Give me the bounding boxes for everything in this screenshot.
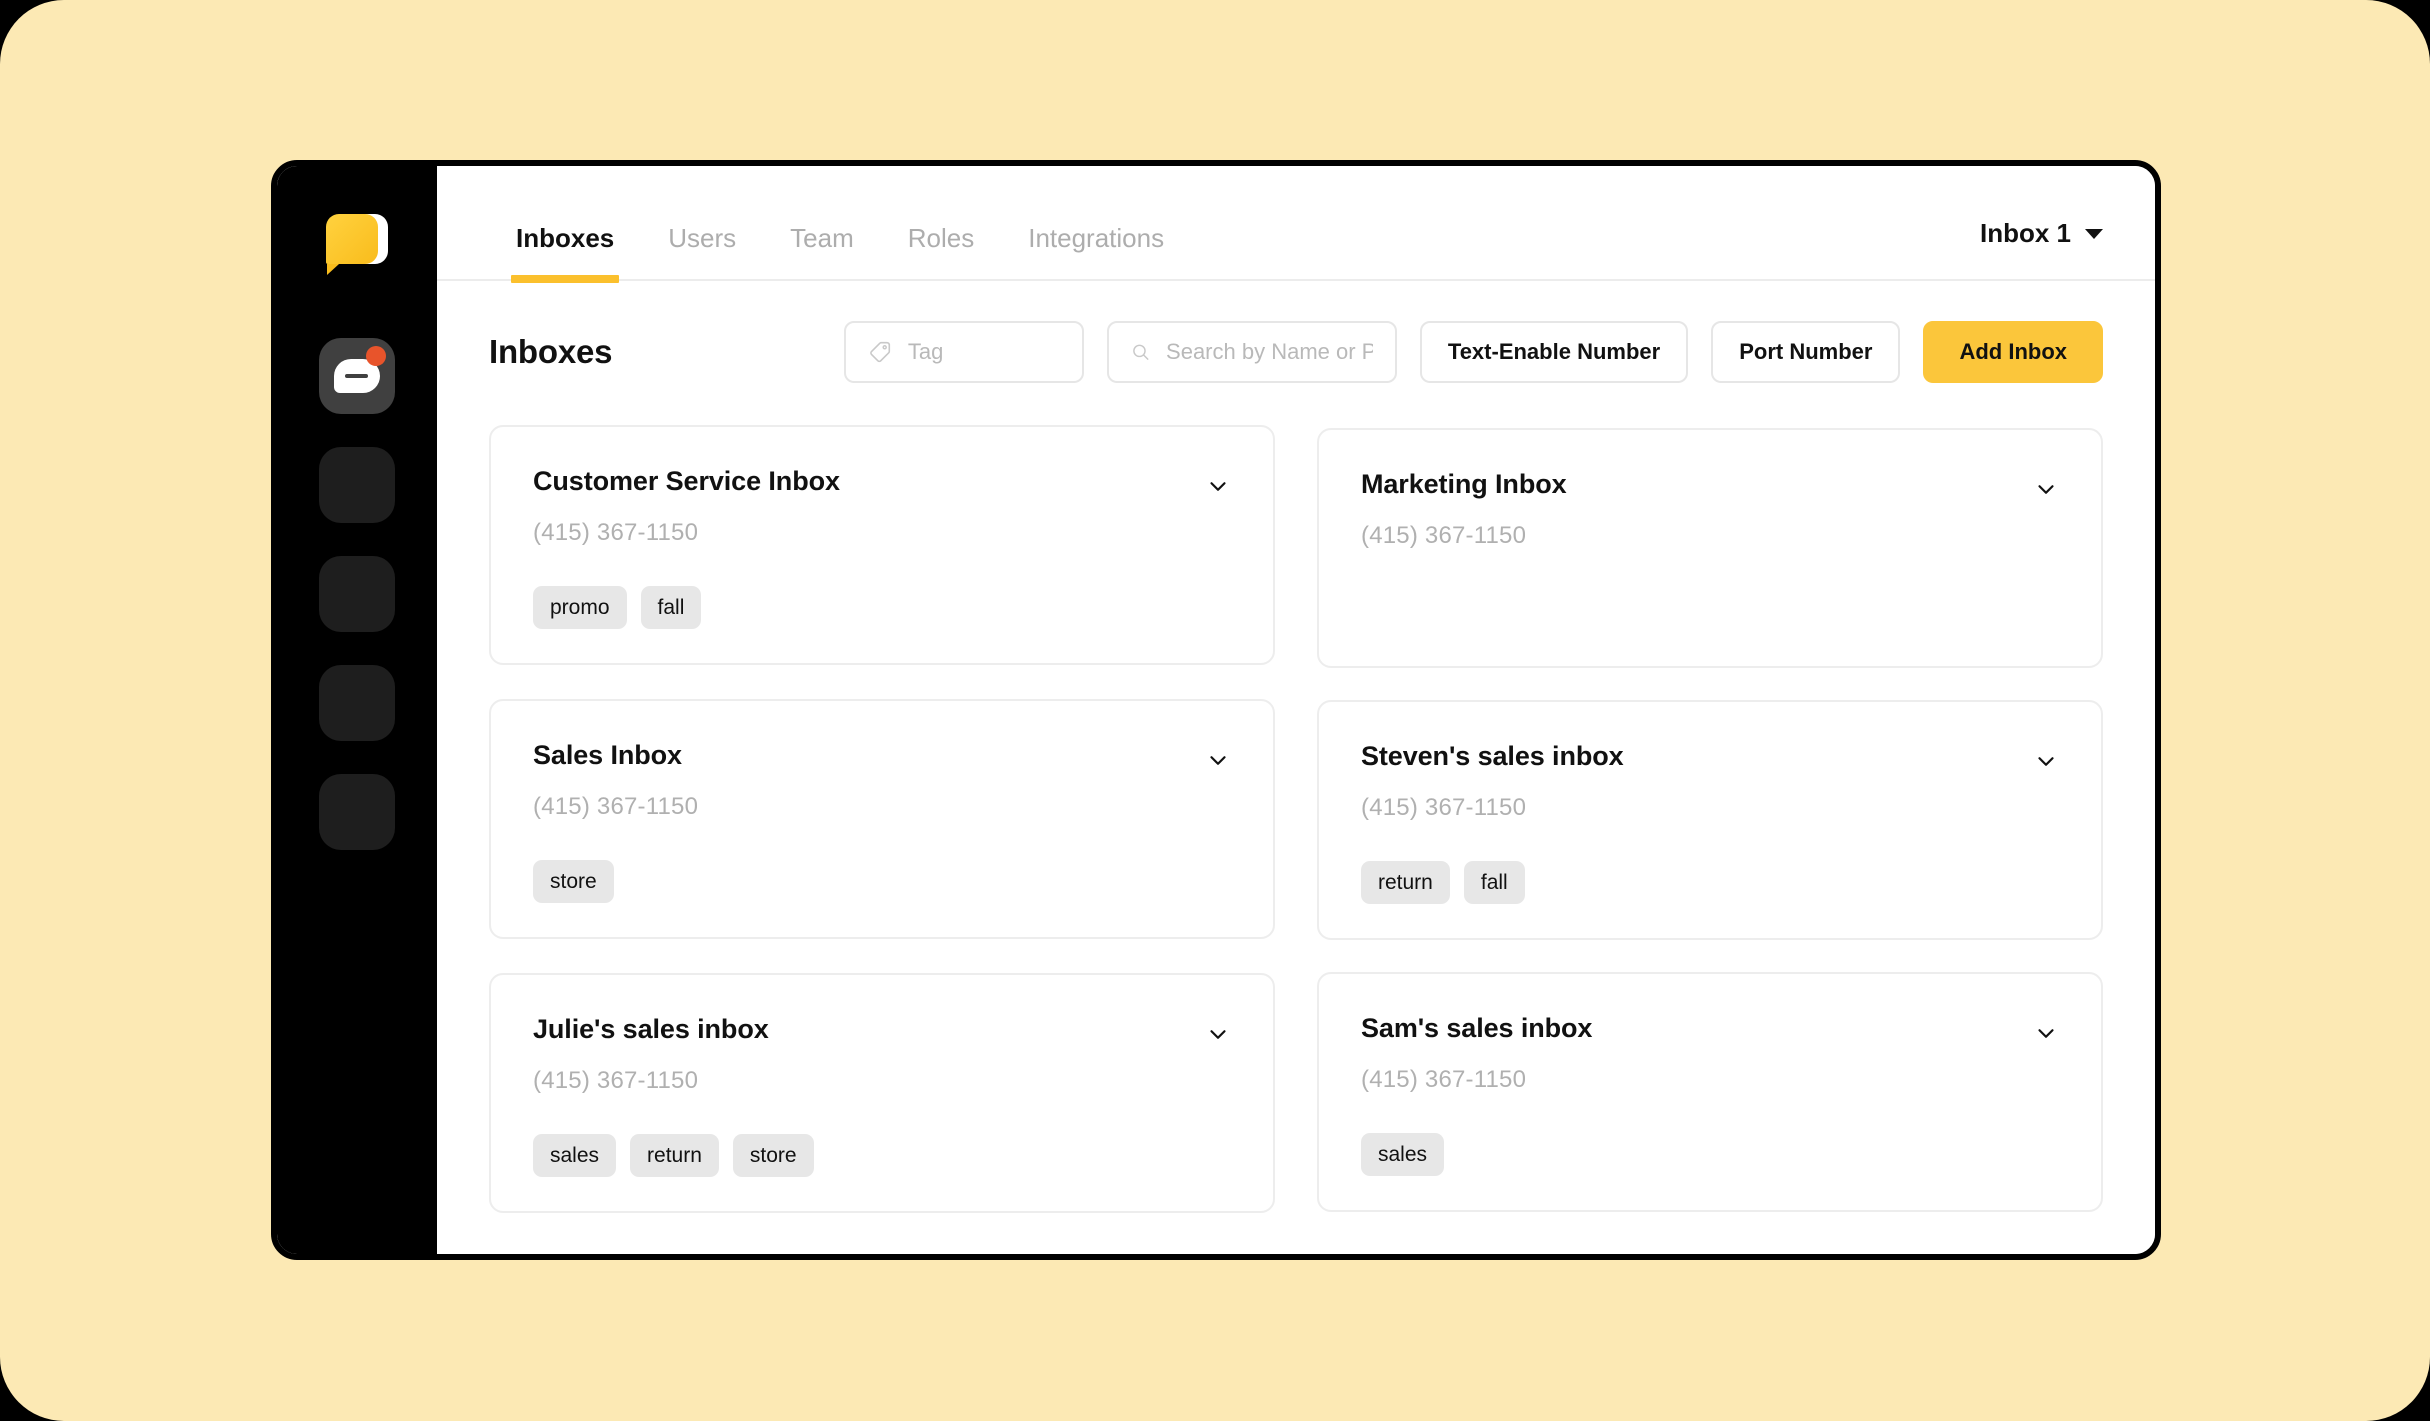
inbox-card-title: Marketing Inbox [1361,469,1567,499]
inbox-column-left: Customer Service Inbox (415) 367-1150 pr… [489,425,1275,1247]
inbox-card[interactable]: Marketing Inbox (415) 367-1150 [1317,428,2103,668]
chevron-down-icon[interactable] [2033,476,2059,502]
page-toolbar: Inboxes Tag Search by Name or Text-Enabl… [437,281,2155,383]
tag-chip[interactable]: sales [533,1134,617,1177]
chevron-down-icon[interactable] [1205,473,1231,499]
sidebar-item-messages[interactable] [319,338,395,414]
caret-down-icon [2085,228,2103,239]
page-title: Inboxes [489,333,613,370]
inbox-card-title: Julie's sales inbox [533,1014,769,1044]
inbox-card-phone: (415) 367-1150 [1361,794,1527,821]
inbox-card-header: Steven's sales inbox [1361,741,2059,774]
tag-chip[interactable]: fall [640,586,702,629]
inbox-card-title: Customer Service Inbox [533,466,840,496]
toolbar-actions: Tag Search by Name or Phone Text-Enable … [843,321,2103,383]
inbox-card-title: Sam's sales inbox [1361,1013,1593,1043]
port-number-button[interactable]: Port Number [1711,321,1901,383]
inbox-card-header: Customer Service Inbox [533,466,1231,499]
inbox-card-header: Marketing Inbox [1361,469,2059,502]
chevron-down-icon[interactable] [1205,1021,1231,1047]
app-window: Inboxes Users Team Roles Integrations In… [271,160,2161,1260]
inbox-card-tags [1361,598,2059,632]
chevron-down-icon[interactable] [2033,1020,2059,1046]
inbox-card[interactable]: Steven's sales inbox (415) 367-1150 retu… [1317,700,2103,940]
sidebar-item-placeholder-1[interactable] [319,447,395,523]
inbox-card-phone: (415) 367-1150 [533,793,699,820]
inbox-card[interactable]: Sales Inbox (415) 367-1150 store [489,699,1275,939]
inbox-card-tags: sales return store [533,1100,1231,1177]
tag-chip[interactable]: store [732,1134,814,1177]
tag-icon [870,341,890,363]
tag-chip[interactable]: promo [533,586,627,629]
inbox-card-tags: sales [1361,1099,2059,1176]
tab-bar: Inboxes Users Team Roles Integrations [489,166,1191,283]
chevron-down-icon[interactable] [1205,747,1231,773]
app-logo[interactable] [321,204,393,276]
inbox-card[interactable]: Julie's sales inbox (415) 367-1150 sales… [489,973,1275,1213]
sidebar-item-placeholder-4[interactable] [319,774,395,850]
inbox-card-header: Sam's sales inbox [1361,1013,2059,1046]
chevron-down-icon[interactable] [2033,748,2059,774]
sidebar-rail [277,166,437,1254]
inbox-card[interactable]: Customer Service Inbox (415) 367-1150 pr… [489,425,1275,665]
tag-filter-placeholder: Tag [907,339,944,364]
text-enable-number-button[interactable]: Text-Enable Number [1419,321,1689,383]
inbox-card-tags: return fall [1361,827,2059,904]
tag-chip[interactable]: return [1361,861,1450,904]
inbox-card[interactable]: Sam's sales inbox (415) 367-1150 sales [1317,972,2103,1212]
tab-team[interactable]: Team [763,225,881,279]
tab-integrations[interactable]: Integrations [1001,225,1191,279]
tag-chip[interactable]: fall [1463,861,1525,904]
page-canvas: Inboxes Users Team Roles Integrations In… [0,0,2430,1421]
inbox-column-right: Marketing Inbox (415) 367-1150 Steven's … [1317,425,2103,1247]
inbox-card-grid: Customer Service Inbox (415) 367-1150 pr… [437,383,2155,1247]
tab-inboxes[interactable]: Inboxes [489,225,641,283]
search-icon [1133,344,1149,360]
sidebar-item-placeholder-2[interactable] [319,556,395,632]
add-inbox-button[interactable]: Add Inbox [1923,321,2103,383]
inbox-card-tags: store [533,826,1231,903]
tag-chip[interactable]: return [630,1134,719,1177]
search-placeholder: Search by Name or Phone [1166,339,1373,364]
inbox-card-tags: promo fall [533,552,1231,629]
tab-users[interactable]: Users [641,225,763,279]
inbox-card-phone: (415) 367-1150 [533,1067,699,1094]
inbox-selector-dropdown[interactable]: Inbox 1 [1980,218,2103,279]
tag-filter-input[interactable]: Tag [843,321,1084,383]
search-input[interactable]: Search by Name or Phone [1106,321,1397,383]
top-navigation: Inboxes Users Team Roles Integrations In… [437,166,2155,283]
inbox-card-phone: (415) 367-1150 [1361,1066,1527,1093]
inbox-card-phone: (415) 367-1150 [533,519,699,546]
sidebar-item-placeholder-3[interactable] [319,665,395,741]
notification-badge-dot [366,346,386,366]
inbox-selector-label: Inbox 1 [1979,218,2071,248]
inbox-card-header: Sales Inbox [533,740,1231,773]
tag-chip[interactable]: store [533,860,614,903]
inbox-card-phone: (415) 367-1150 [1361,522,1527,549]
speech-bubble-logo-icon [326,214,388,275]
inbox-card-title: Sales Inbox [533,740,682,770]
tab-roles[interactable]: Roles [881,225,1001,279]
inbox-card-title: Steven's sales inbox [1361,741,1624,771]
tag-chip[interactable]: sales [1361,1133,1445,1176]
main-content: Inboxes Users Team Roles Integrations In… [437,166,2155,1254]
inbox-card-header: Julie's sales inbox [533,1014,1231,1047]
